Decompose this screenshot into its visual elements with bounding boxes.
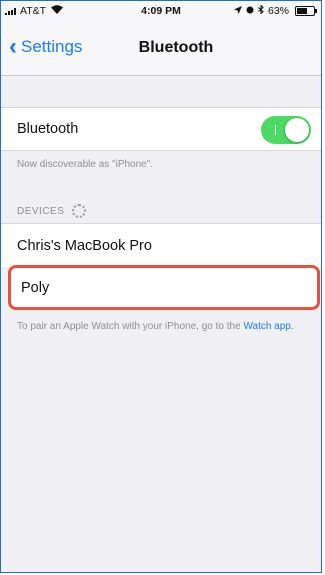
devices-header-label: DEVICES bbox=[17, 205, 65, 217]
page-title: Bluetooth bbox=[138, 39, 214, 56]
status-bar: AT&T 4:09 PM 63% bbox=[1, 1, 321, 21]
device-row-highlighted[interactable]: Poly bbox=[8, 265, 320, 310]
devices-header: DEVICES bbox=[17, 204, 87, 218]
loading-spinner-icon bbox=[72, 204, 87, 218]
battery-icon bbox=[295, 6, 317, 16]
battery-percent: 63% bbox=[267, 5, 289, 17]
toggle-knob bbox=[285, 118, 309, 142]
phone-screen: AT&T 4:09 PM 63% ‹ Settings Bluetooth Bl… bbox=[0, 0, 322, 573]
status-right: 63% bbox=[233, 4, 317, 17]
bluetooth-label: Bluetooth bbox=[17, 121, 79, 137]
watch-app-link[interactable]: Watch app. bbox=[243, 321, 293, 332]
alarm-icon bbox=[246, 5, 254, 17]
location-icon bbox=[233, 5, 242, 17]
bluetooth-toggle[interactable] bbox=[261, 116, 311, 144]
bluetooth-cell: Bluetooth bbox=[1, 107, 321, 151]
discoverable-note: Now discoverable as "iPhone". bbox=[17, 159, 154, 170]
pairing-hint: To pair an Apple Watch with your iPhone,… bbox=[17, 320, 309, 333]
pairing-hint-text: To pair an Apple Watch with your iPhone,… bbox=[17, 321, 241, 332]
device-row[interactable]: Chris's MacBook Pro bbox=[1, 223, 321, 267]
toggle-on-indicator bbox=[275, 125, 276, 135]
navigation-bar: ‹ Settings Bluetooth bbox=[1, 21, 321, 76]
bluetooth-icon bbox=[258, 4, 264, 17]
device-name: Poly bbox=[21, 279, 50, 296]
device-name: Chris's MacBook Pro bbox=[17, 237, 152, 254]
